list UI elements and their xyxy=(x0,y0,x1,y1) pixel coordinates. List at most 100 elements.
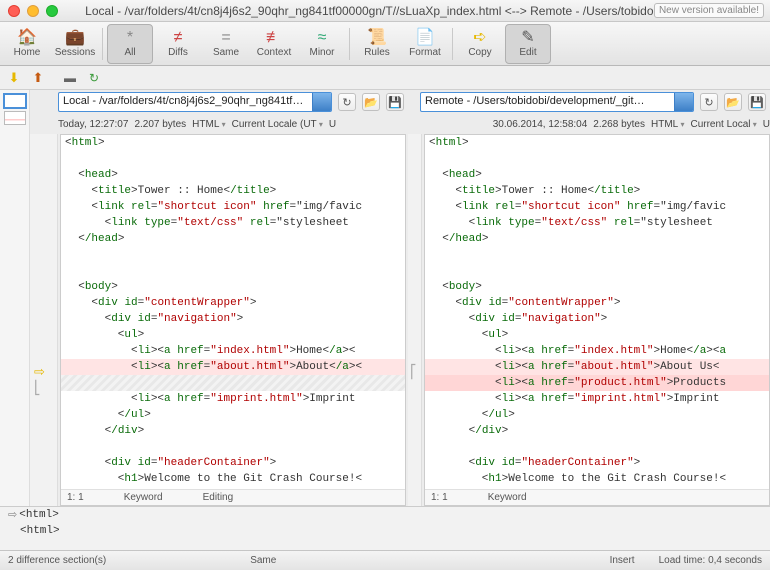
up-arrow-button[interactable]: ⬆ xyxy=(30,70,46,86)
left-end: U xyxy=(329,119,336,130)
overview-thumbnail[interactable] xyxy=(4,111,26,125)
code-line[interactable]: <li><a href="index.html">Home</a><a xyxy=(425,343,769,359)
right-path-dropdown[interactable]: Remote - /Users/tobidobi/development/_gi… xyxy=(420,92,694,112)
diffs-button[interactable]: ≠Diffs xyxy=(155,24,201,64)
version-badge[interactable]: New version available! xyxy=(654,3,764,18)
open-folder-icon[interactable]: 📂 xyxy=(724,93,742,111)
open-folder-icon[interactable]: 📂 xyxy=(362,93,380,111)
code-line[interactable] xyxy=(425,151,769,167)
code-line[interactable]: <html> xyxy=(61,135,405,151)
code-line[interactable] xyxy=(61,375,405,391)
code-line[interactable]: <div id="navigation"> xyxy=(61,311,405,327)
left-code[interactable]: <html> <head> <title>Tower :: Home</titl… xyxy=(61,135,405,489)
down-arrow-button[interactable]: ⬇ xyxy=(6,70,22,86)
code-line[interactable]: <title>Tower :: Home</title> xyxy=(61,183,405,199)
right-pane: <html> <head> <title>Tower :: Home</titl… xyxy=(424,134,770,506)
edit-button[interactable]: ✎Edit xyxy=(505,24,551,64)
titlebar: Local - /var/folders/4t/cn8j4j6s2_90qhr_… xyxy=(0,0,770,22)
code-line[interactable]: <body> xyxy=(61,279,405,295)
format-icon: 📄 xyxy=(415,29,435,47)
refresh-button[interactable]: ↻ xyxy=(86,70,102,86)
code-line[interactable]: </head> xyxy=(425,231,769,247)
code-line[interactable]: <li><a href="about.html">About</a>< xyxy=(61,359,405,375)
code-line[interactable]: </ul> xyxy=(61,407,405,423)
code-line[interactable] xyxy=(425,247,769,263)
separator xyxy=(349,28,350,60)
copy-button[interactable]: ➪Copy xyxy=(457,24,503,64)
code-line[interactable]: <head> xyxy=(61,167,405,183)
code-line[interactable]: <div id="contentWrapper"> xyxy=(425,295,769,311)
code-line[interactable]: <title>Tower :: Home</title> xyxy=(425,183,769,199)
code-line[interactable]: </ul> xyxy=(425,407,769,423)
format-label: Format xyxy=(409,47,441,58)
minor-icon: ≈ xyxy=(318,29,327,47)
left-gutter: ⇨ ⎣ xyxy=(30,134,58,506)
copy-label: Copy xyxy=(468,47,491,58)
minimize-icon[interactable] xyxy=(27,5,39,17)
right-type[interactable]: HTML xyxy=(651,119,684,130)
insert-mode: Insert xyxy=(610,555,635,566)
code-line[interactable]: <li><a href="about.html">About Us< xyxy=(425,359,769,375)
code-line[interactable]: </div> xyxy=(61,423,405,439)
code-line[interactable]: <html> xyxy=(425,135,769,151)
home-label: Home xyxy=(14,47,41,58)
main-area: Local - /var/folders/4t/cn8j4j6s2_90qhr_… xyxy=(0,90,770,506)
format-button[interactable]: 📄Format xyxy=(402,24,448,64)
bottom-line-2: <html> xyxy=(20,525,60,537)
right-code[interactable]: <html> <head> <title>Tower :: Home</titl… xyxy=(425,135,769,489)
code-line[interactable]: <li><a href="imprint.html">Imprint xyxy=(61,391,405,407)
all-button[interactable]: *All xyxy=(107,24,153,64)
code-line[interactable]: <li><a href="index.html">Home</a>< xyxy=(61,343,405,359)
code-line[interactable]: <li><a href="product.html">Products xyxy=(425,375,769,391)
code-line[interactable] xyxy=(425,439,769,455)
code-line[interactable] xyxy=(61,151,405,167)
code-line[interactable] xyxy=(61,439,405,455)
code-line[interactable]: <ul> xyxy=(425,327,769,343)
code-line[interactable]: <h1>Welcome to the Git Crash Course!< xyxy=(61,471,405,487)
refresh-icon[interactable]: ↻ xyxy=(338,93,356,111)
code-line[interactable]: <body> xyxy=(425,279,769,295)
code-line[interactable] xyxy=(61,263,405,279)
bottom-line-1: <html> xyxy=(19,509,59,521)
rules-icon: 📜 xyxy=(367,29,387,47)
home-button[interactable]: 🏠Home xyxy=(4,24,50,64)
left-encoding[interactable]: Current Locale (UT xyxy=(232,119,323,130)
right-footer: 1: 1 Keyword xyxy=(425,489,769,505)
minor-button[interactable]: ≈Minor xyxy=(299,24,345,64)
save-icon[interactable]: 💾 xyxy=(386,93,404,111)
code-line[interactable]: </head> xyxy=(61,231,405,247)
refresh-icon[interactable]: ↻ xyxy=(700,93,718,111)
context-icon: ≢ xyxy=(266,29,282,47)
left-type[interactable]: HTML xyxy=(192,119,225,130)
code-line[interactable]: <div id="headerContainer"> xyxy=(61,455,405,471)
code-line[interactable]: <h1>Welcome to the Git Crash Course!< xyxy=(425,471,769,487)
save-icon[interactable]: 💾 xyxy=(748,93,766,111)
context-button[interactable]: ≢Context xyxy=(251,24,297,64)
bar-button[interactable]: ▬ xyxy=(62,70,78,86)
sessions-button[interactable]: 💼Sessions xyxy=(52,24,98,64)
same-button[interactable]: =Same xyxy=(203,24,249,64)
rules-button[interactable]: 📜Rules xyxy=(354,24,400,64)
code-line[interactable]: <head> xyxy=(425,167,769,183)
code-line[interactable]: <div id="navigation"> xyxy=(425,311,769,327)
overview-thumbnail[interactable] xyxy=(4,94,26,108)
code-line[interactable] xyxy=(425,263,769,279)
code-line[interactable]: <link rel="shortcut icon" href="img/favi… xyxy=(425,199,769,215)
code-line[interactable]: <link type="text/css" rel="stylesheet xyxy=(425,215,769,231)
code-line[interactable] xyxy=(61,247,405,263)
left-path-dropdown[interactable]: Local - /var/folders/4t/cn8j4j6s2_90qhr_… xyxy=(58,92,332,112)
code-line[interactable]: <div id="headerContainer"> xyxy=(425,455,769,471)
code-line[interactable]: <link type="text/css" rel="stylesheet xyxy=(61,215,405,231)
code-line[interactable]: </div> xyxy=(425,423,769,439)
code-line[interactable]: <li><a href="imprint.html">Imprint xyxy=(425,391,769,407)
close-icon[interactable] xyxy=(8,5,20,17)
highlight-mode: Keyword xyxy=(124,492,163,503)
zoom-icon[interactable] xyxy=(46,5,58,17)
right-encoding[interactable]: Current Local xyxy=(690,119,756,130)
rules-label: Rules xyxy=(364,47,390,58)
code-line[interactable]: <link rel="shortcut icon" href="img/favi… xyxy=(61,199,405,215)
diff-arrow-icon[interactable]: ⇨ xyxy=(34,364,45,380)
right-size: 2.268 bytes xyxy=(593,119,645,130)
code-line[interactable]: <ul> xyxy=(61,327,405,343)
code-line[interactable]: <div id="contentWrapper"> xyxy=(61,295,405,311)
